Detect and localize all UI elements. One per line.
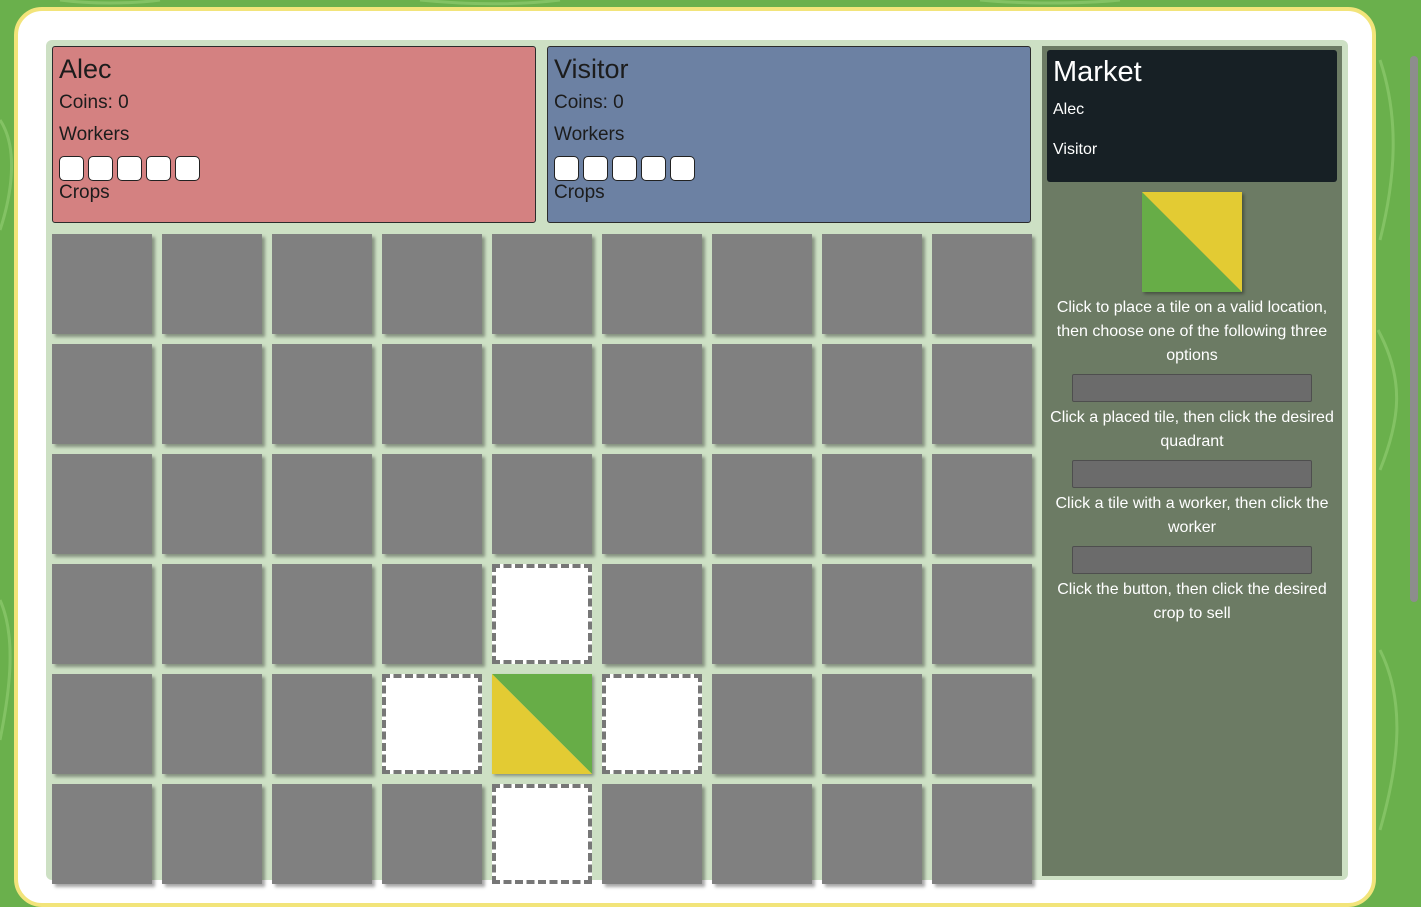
quadrant-button[interactable] xyxy=(1072,374,1312,402)
market-row-visitor: Visitor xyxy=(1053,141,1098,158)
crops-label: Crops xyxy=(59,182,110,203)
worker-slot[interactable] xyxy=(146,156,171,181)
market-row-alec: Alec xyxy=(1053,101,1085,118)
board-cell[interactable] xyxy=(52,784,152,884)
board-cell[interactable] xyxy=(492,454,592,554)
valid-placement-cell[interactable] xyxy=(602,674,702,774)
board-cell[interactable] xyxy=(272,454,372,554)
worker-slot[interactable] xyxy=(117,156,142,181)
board-cell[interactable] xyxy=(932,784,1032,884)
worker-slot[interactable] xyxy=(59,156,84,181)
player-name: Alec xyxy=(59,54,112,84)
worker-slot[interactable] xyxy=(641,156,666,181)
board-cell[interactable] xyxy=(932,564,1032,664)
board-cell[interactable] xyxy=(822,674,922,774)
board-cell[interactable] xyxy=(52,454,152,554)
board-cell[interactable] xyxy=(272,344,372,444)
board-cell[interactable] xyxy=(52,234,152,334)
board-cell[interactable] xyxy=(162,784,262,884)
board-cell[interactable] xyxy=(162,564,262,664)
instruction-sell: Click the button, then click the desired… xyxy=(1057,581,1327,622)
worker-slot[interactable] xyxy=(175,156,200,181)
worker-slots xyxy=(59,156,529,181)
board-cell[interactable] xyxy=(822,564,922,664)
board-cell[interactable] xyxy=(602,564,702,664)
board-cell[interactable] xyxy=(822,234,922,334)
board-cell[interactable] xyxy=(602,784,702,884)
player-coins: Coins: 0 xyxy=(554,92,624,113)
valid-placement-cell[interactable] xyxy=(492,784,592,884)
board-cell[interactable] xyxy=(822,784,922,884)
player-coins: Coins: 0 xyxy=(59,92,129,113)
board-cell[interactable] xyxy=(52,344,152,444)
board-cell[interactable] xyxy=(272,234,372,334)
valid-placement-cell[interactable] xyxy=(382,674,482,774)
game-board xyxy=(52,234,1032,884)
placed-tile[interactable] xyxy=(492,674,592,774)
board-cell[interactable] xyxy=(932,344,1032,444)
board-cell[interactable] xyxy=(162,674,262,774)
workers-label: Workers xyxy=(59,124,130,145)
board-cell[interactable] xyxy=(382,234,482,334)
player-panel-alec: Alec Coins: 0 Workers Crops xyxy=(52,46,536,223)
player-panel-visitor: Visitor Coins: 0 Workers Crops xyxy=(547,46,1031,223)
worker-slot[interactable] xyxy=(554,156,579,181)
board-cell[interactable] xyxy=(272,784,372,884)
scrollbar-thumb[interactable] xyxy=(1410,56,1418,602)
board-cell[interactable] xyxy=(712,564,812,664)
board-cell[interactable] xyxy=(602,344,702,444)
next-tile[interactable] xyxy=(1142,192,1242,292)
board-cell[interactable] xyxy=(162,344,262,444)
valid-placement-cell[interactable] xyxy=(492,564,592,664)
board-cell[interactable] xyxy=(712,234,812,334)
instruction-place: Click to place a tile on a valid locatio… xyxy=(1056,299,1328,364)
board-cell[interactable] xyxy=(822,454,922,554)
workers-label: Workers xyxy=(554,124,625,145)
instruction-worker: Click a tile with a worker, then click t… xyxy=(1055,495,1329,536)
board-cell[interactable] xyxy=(712,344,812,444)
board-cell[interactable] xyxy=(602,234,702,334)
board-cell[interactable] xyxy=(382,454,482,554)
sidebar: Market Alec Visitor Click to place a til… xyxy=(1042,46,1342,876)
board-cell[interactable] xyxy=(822,344,922,444)
worker-slot[interactable] xyxy=(88,156,113,181)
instruction-quadrant: Click a placed tile, then click the desi… xyxy=(1050,409,1334,450)
board-cell[interactable] xyxy=(162,454,262,554)
worker-slots xyxy=(554,156,1024,181)
board-cell[interactable] xyxy=(602,454,702,554)
board-cell[interactable] xyxy=(382,344,482,444)
market-title: Market xyxy=(1053,56,1142,88)
board-cell[interactable] xyxy=(932,454,1032,554)
worker-slot[interactable] xyxy=(612,156,637,181)
board-cell[interactable] xyxy=(712,784,812,884)
board-cell[interactable] xyxy=(712,454,812,554)
sell-button[interactable] xyxy=(1072,546,1312,574)
board-cell[interactable] xyxy=(272,564,372,664)
board-cell[interactable] xyxy=(932,234,1032,334)
board-cell[interactable] xyxy=(52,564,152,664)
placed-tile-graphic xyxy=(492,674,592,774)
board-cell[interactable] xyxy=(52,674,152,774)
worker-button[interactable] xyxy=(1072,460,1312,488)
board-cell[interactable] xyxy=(272,674,372,774)
board-cell[interactable] xyxy=(492,234,592,334)
worker-slot[interactable] xyxy=(670,156,695,181)
crops-label: Crops xyxy=(554,182,605,203)
worker-slot[interactable] xyxy=(583,156,608,181)
board-cell[interactable] xyxy=(932,674,1032,774)
player-name: Visitor xyxy=(554,54,629,84)
market-panel: Market Alec Visitor xyxy=(1047,50,1337,182)
scrollbar[interactable] xyxy=(1408,0,1421,863)
board-cell[interactable] xyxy=(382,784,482,884)
board-cell[interactable] xyxy=(162,234,262,334)
board-cell[interactable] xyxy=(712,674,812,774)
board-cell[interactable] xyxy=(492,344,592,444)
board-cell[interactable] xyxy=(382,564,482,664)
